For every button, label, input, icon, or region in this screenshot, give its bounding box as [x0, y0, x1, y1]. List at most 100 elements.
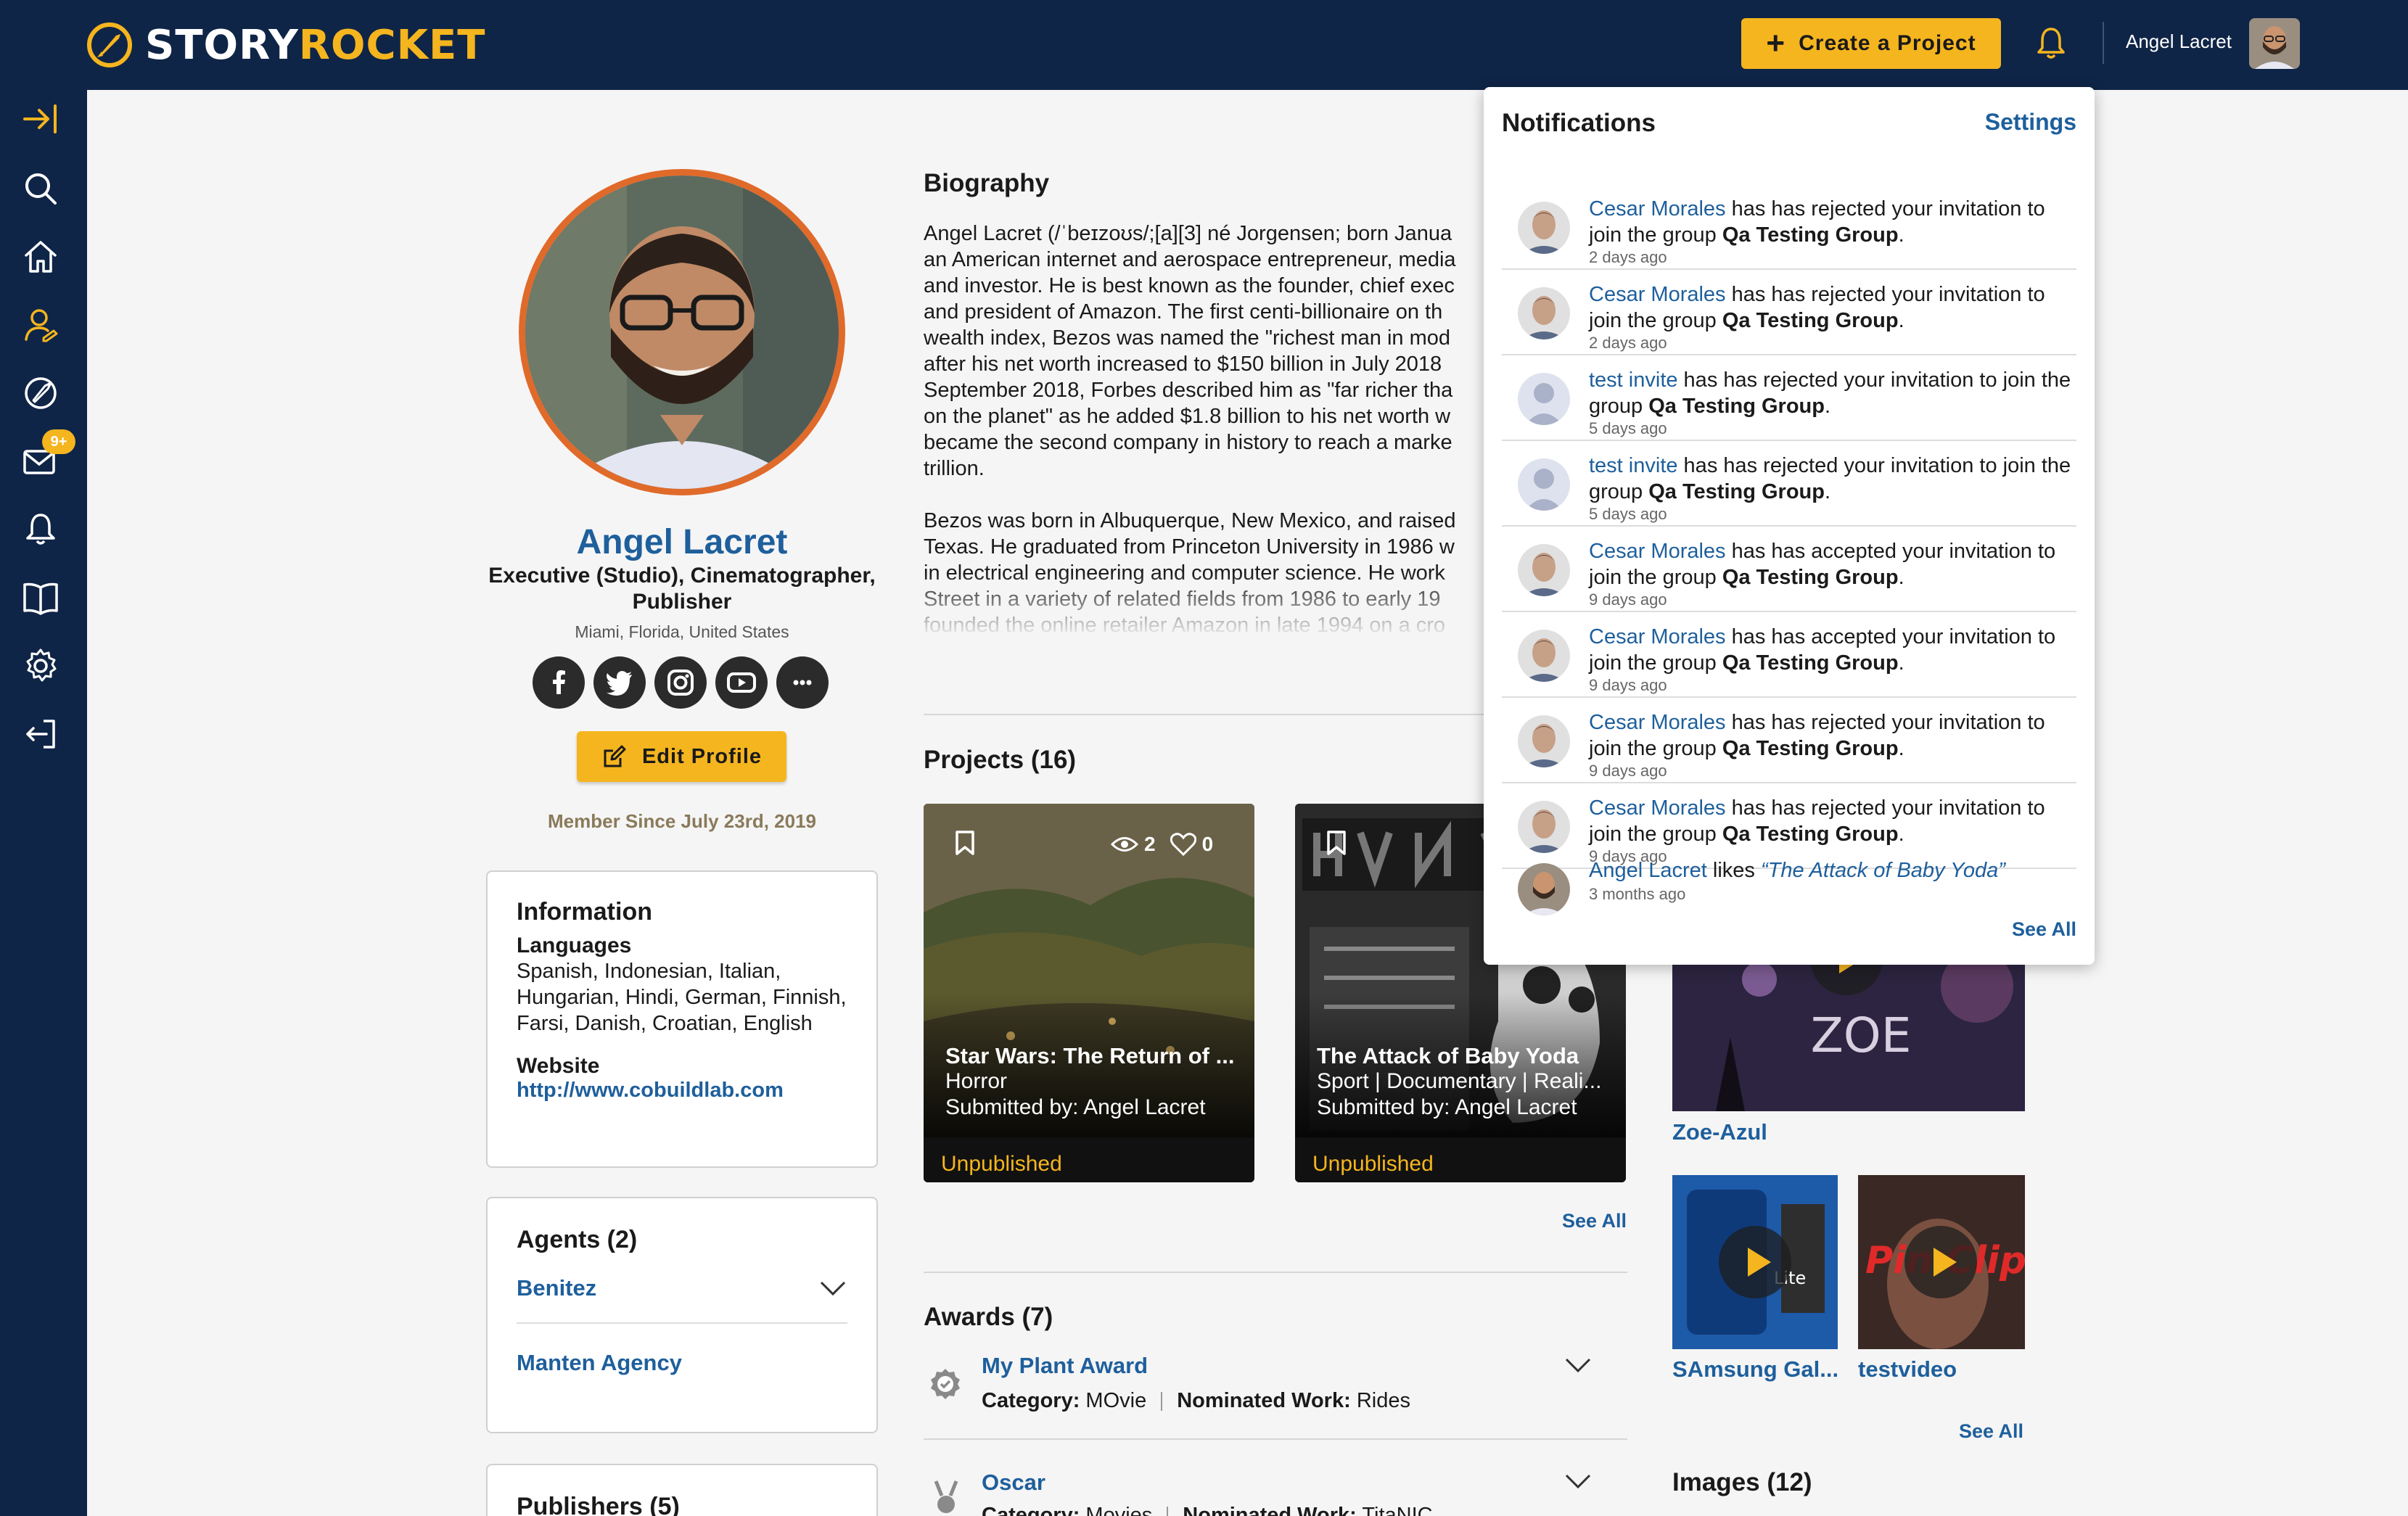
chevron-down-icon[interactable]	[818, 1280, 847, 1297]
video-thumbnail[interactable]: Lite	[1672, 1175, 1838, 1349]
notification-work[interactable]: “The Attack of Baby Yoda”	[1761, 859, 2005, 882]
instagram-icon[interactable]	[654, 656, 707, 709]
award-meta: Category: MOvie Nominated Work: Rides	[982, 1389, 1410, 1413]
notification-avatar	[1518, 458, 1570, 511]
notification-user[interactable]: Angel Lacret	[1589, 859, 1707, 882]
bookmark-icon[interactable]	[1326, 830, 1347, 856]
chevron-down-icon[interactable]	[1563, 1356, 1593, 1374]
play-icon[interactable]	[1719, 1226, 1791, 1298]
home-icon[interactable]	[22, 238, 59, 276]
notification-avatar	[1518, 287, 1570, 339]
collapse-icon[interactable]	[22, 100, 59, 138]
notification-text: test invite has has rejected your invita…	[1589, 367, 2076, 419]
notification-item[interactable]: test invite has has rejected your invita…	[1502, 355, 2076, 441]
video-thumbnail[interactable]: ZOE	[1672, 965, 2025, 1111]
project-card[interactable]: 2 0 Star Wars: The Return of ... Horror …	[924, 804, 1254, 1182]
video-label[interactable]: SAmsung Gal...	[1672, 1356, 1838, 1383]
rocket-icon[interactable]	[22, 374, 59, 412]
notification-group[interactable]: Qa Testing Group	[1722, 223, 1899, 247]
nominated-label: Nominated Work:	[1183, 1504, 1357, 1516]
current-user-avatar[interactable]	[2249, 18, 2300, 69]
play-icon[interactable]	[1904, 1226, 1977, 1298]
youtube-icon[interactable]	[715, 656, 768, 709]
create-project-label: Create a Project	[1799, 31, 1976, 55]
heart-icon[interactable]	[1170, 833, 1196, 856]
notifications-see-all-link[interactable]: See All	[2012, 918, 2076, 941]
publishers-title: Publishers (5)	[517, 1493, 680, 1516]
notification-group[interactable]: Qa Testing Group	[1722, 823, 1899, 846]
video-label[interactable]: testvideo	[1858, 1356, 1957, 1383]
notification-user[interactable]: Cesar Morales	[1589, 796, 1726, 820]
notification-end: .	[1898, 309, 1904, 332]
notification-item[interactable]: test invite has has rejected your invita…	[1502, 441, 2076, 527]
videos-see-all-link[interactable]: See All	[1959, 1420, 2023, 1443]
brand-wordmark: STORYROCKET	[145, 22, 485, 69]
video-label[interactable]: Zoe-Azul	[1672, 1119, 1767, 1145]
projects-see-all-link[interactable]: See All	[1562, 1210, 1627, 1232]
edit-profile-label: Edit Profile	[641, 744, 763, 768]
notification-avatar	[1518, 202, 1570, 254]
notification-item[interactable]: Cesar Morales has has accepted your invi…	[1502, 527, 2076, 612]
book-icon[interactable]	[22, 579, 59, 617]
notification-group[interactable]: Qa Testing Group	[1722, 737, 1899, 760]
notification-time: 5 days ago	[1589, 419, 1667, 437]
notification-user[interactable]: test invite	[1589, 368, 1678, 392]
create-project-button[interactable]: + Create a Project	[1741, 18, 2001, 69]
gear-icon[interactable]	[22, 647, 59, 685]
notification-avatar	[1518, 863, 1570, 915]
video-thumbnail[interactable]: Pin Clip	[1858, 1175, 2025, 1349]
more-icon[interactable]	[776, 656, 829, 709]
storyrocket-logo[interactable]: STORYROCKET	[84, 16, 485, 74]
award-name[interactable]: Oscar	[982, 1470, 1045, 1496]
logout-icon[interactable]	[22, 715, 59, 753]
notification-text: Cesar Morales has has accepted your invi…	[1589, 538, 2076, 590]
likes-count: 0	[1201, 833, 1214, 855]
images-title: Images (12)	[1672, 1468, 1812, 1496]
topbar-divider	[2103, 22, 2104, 64]
profile-photo	[519, 169, 845, 495]
eye-icon	[1111, 837, 1138, 852]
submitted-by: Angel Lacret	[1083, 1095, 1206, 1119]
award-name[interactable]: My Plant Award	[982, 1353, 1148, 1379]
award-trophy-icon	[934, 1480, 958, 1513]
notifications-bell-icon[interactable]	[2035, 26, 2067, 61]
notification-item[interactable]: Cesar Morales has has rejected your invi…	[1502, 698, 2076, 783]
edit-profile-button[interactable]: Edit Profile	[577, 731, 786, 782]
notification-item[interactable]: Angel Lacret likes “The Attack of Baby Y…	[1502, 846, 2076, 931]
notification-item[interactable]: Cesar Morales has has rejected your invi…	[1502, 270, 2076, 355]
notification-user[interactable]: Cesar Morales	[1589, 540, 1726, 563]
search-icon[interactable]	[22, 170, 59, 207]
agent-item[interactable]: Manten Agency	[517, 1350, 847, 1376]
notification-group[interactable]: Qa Testing Group	[1722, 309, 1899, 332]
project-stats: 2 0	[1111, 833, 1213, 856]
notification-group[interactable]: Qa Testing Group	[1648, 395, 1825, 418]
notifications-settings-link[interactable]: Settings	[1985, 109, 2076, 136]
notification-item[interactable]: Cesar Morales has has accepted your invi…	[1502, 612, 2076, 698]
chevron-down-icon[interactable]	[1563, 1472, 1593, 1490]
category-label: Category:	[982, 1504, 1080, 1516]
information-title: Information	[517, 898, 652, 926]
notification-group[interactable]: Qa Testing Group	[1722, 566, 1899, 589]
nominated-label: Nominated Work:	[1177, 1389, 1351, 1412]
notification-user[interactable]: Cesar Morales	[1589, 625, 1726, 648]
notification-user[interactable]: Cesar Morales	[1589, 197, 1726, 221]
current-user-name[interactable]: Angel Lacret	[2126, 30, 2232, 53]
profile-icon[interactable]	[22, 306, 59, 344]
facebook-icon[interactable]	[533, 656, 585, 709]
bookmark-icon[interactable]	[954, 830, 976, 856]
notification-group[interactable]: Qa Testing Group	[1722, 651, 1899, 675]
notification-user[interactable]: test invite	[1589, 454, 1678, 477]
website-link[interactable]: http://www.cobuildlab.com	[517, 1079, 847, 1103]
notification-item[interactable]: Cesar Morales has has rejected your invi…	[1502, 184, 2076, 270]
notification-group[interactable]: Qa Testing Group	[1648, 480, 1825, 503]
submitted-by: Angel Lacret	[1455, 1095, 1577, 1119]
notification-user[interactable]: Cesar Morales	[1589, 711, 1726, 734]
twitter-icon[interactable]	[593, 656, 646, 709]
agent-item[interactable]: Benitez	[517, 1254, 847, 1324]
notification-user[interactable]: Cesar Morales	[1589, 283, 1726, 306]
notification-text: Angel Lacret likes “The Attack of Baby Y…	[1589, 857, 2076, 883]
top-bar: STORYROCKET + Create a Project Angel Lac…	[0, 0, 2408, 90]
bell-icon[interactable]	[22, 511, 59, 548]
award-meta: Category: Movies Nominated Work: TitaNIC	[982, 1504, 1433, 1516]
notification-avatar	[1518, 715, 1570, 767]
